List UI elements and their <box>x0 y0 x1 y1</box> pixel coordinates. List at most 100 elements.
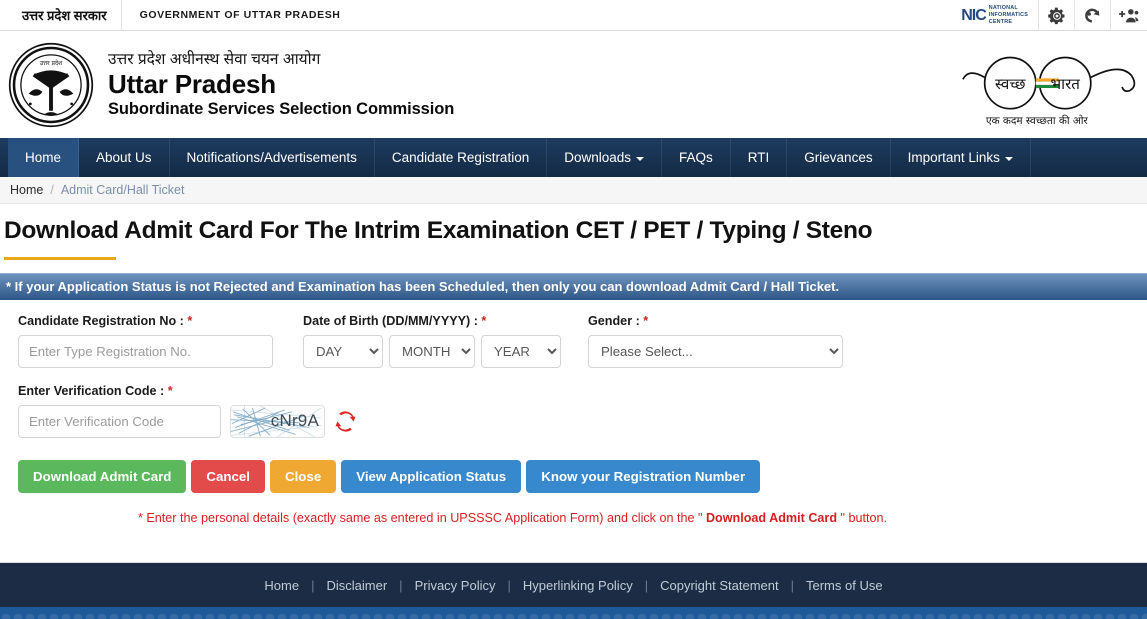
help-note-emphasis: Download Admit Card <box>705 510 838 525</box>
svg-text:भारत: भारत <box>1051 75 1081 93</box>
nav-item-candidate-registration-label: Candidate Registration <box>391 150 530 165</box>
footer-decorative-strip <box>0 607 1147 619</box>
masthead-hindi-title: उत्तर प्रदेश अधीनस्थ सेवा चयन आयोग <box>108 50 321 68</box>
nav-item-faqs-label: FAQs <box>679 150 713 165</box>
date-of-birth-selects: DAY MONTH YEAR <box>303 334 588 368</box>
nic-line-3: CENTRE <box>988 19 1013 26</box>
nav-item-grievances-label: Grievances <box>804 150 873 165</box>
dob-day-select[interactable]: DAY <box>303 334 383 368</box>
accessibility-rotate-icon-button[interactable] <box>1075 0 1111 31</box>
nav-item-about-us[interactable]: About Us <box>79 138 170 177</box>
captcha-text: cNr9A <box>270 411 319 431</box>
cancel-button[interactable]: Cancel <box>191 459 265 493</box>
nav-item-downloads[interactable]: Downloads <box>547 138 663 177</box>
nav-item-downloads-label: Downloads <box>564 150 632 165</box>
nav-item-about-us-label: About Us <box>96 150 152 165</box>
date-of-birth-label-text: Date of Birth (DD/MM/YYYY) : <box>303 313 478 328</box>
chevron-down-icon <box>1004 156 1013 161</box>
chevron-down-icon <box>636 156 645 161</box>
gear-icon-button[interactable] <box>1039 0 1075 31</box>
nav-item-important-links-label: Important Links <box>907 150 1000 165</box>
title-underline-rule <box>4 256 116 260</box>
field-gender: Gender : * Please Select... <box>588 314 873 368</box>
uttar-pradesh-emblem-icon: उत्तर प्रदेश <box>8 42 94 127</box>
dob-month-select[interactable]: MONTH <box>389 334 475 368</box>
nav-item-candidate-registration[interactable]: Candidate Registration <box>375 138 548 177</box>
required-asterisk: * <box>643 313 649 328</box>
add-user-icon <box>1119 8 1139 22</box>
date-of-birth-label: Date of Birth (DD/MM/YYYY) : * <box>303 314 588 328</box>
nav-item-important-links[interactable]: Important Links <box>891 138 1031 177</box>
help-note-prefix: * Enter the personal details (exactly sa… <box>137 510 706 525</box>
breadcrumb-home-link[interactable]: Home <box>10 183 43 197</box>
nic-logo[interactable]: NIC NATIONAL INFORMATICS CENTRE <box>951 0 1039 31</box>
accessibility-rotate-icon <box>1084 8 1099 22</box>
dob-year-select[interactable]: YEAR <box>481 334 561 368</box>
close-button[interactable]: Close <box>270 459 337 493</box>
masthead-titles: उत्तर प्रदेश अधीनस्थ सेवा चयन आयोग Uttar… <box>94 50 454 120</box>
nic-line-2: INFORMATICS <box>988 11 1028 18</box>
page-root: उत्तर प्रदेश सरकार GOVERNMENT OF UTTAR P… <box>0 0 1147 619</box>
gender-label: Gender : * <box>588 314 873 328</box>
verification-code-row: cNr9A <box>18 404 1147 438</box>
footer-link-privacy-policy[interactable]: Privacy Policy <box>403 578 508 593</box>
masthead: उत्तर प्रदेश उत्तर प्रदेश अधीनस्थ सेवा च… <box>0 31 1147 138</box>
notice-bar: * If your Application Status is not Reje… <box>0 272 1147 300</box>
nic-mark-text: NIC <box>961 6 987 24</box>
field-verification-code: Enter Verification Code : * Enter Verifi… <box>18 384 1147 438</box>
page-title: Download Admit Card For The Intrim Exami… <box>4 217 873 244</box>
required-asterisk: * <box>481 313 487 328</box>
nav-item-grievances[interactable]: Grievances <box>787 138 891 177</box>
registration-no-input[interactable] <box>18 334 273 368</box>
masthead-title-line1: Uttar Pradesh <box>108 69 276 100</box>
help-note-suffix: " button. <box>837 510 888 525</box>
notice-bar-text: * If your Application Status is not Reje… <box>6 279 840 295</box>
nic-line-1: NATIONAL <box>988 4 1018 11</box>
nav-item-rti[interactable]: RTI <box>731 138 788 177</box>
gov-strip-right-group: NIC NATIONAL INFORMATICS CENTRE <box>951 0 1147 31</box>
page-title-section: Download Admit Card For The Intrim Exami… <box>0 204 1147 260</box>
footer-link-hyperlinking-policy[interactable]: Hyperlinking Policy <box>511 578 645 593</box>
captcha-refresh-button[interactable] <box>334 410 357 433</box>
footer-link-terms-of-use[interactable]: Terms of Use <box>794 578 895 593</box>
footer-link-home[interactable]: Home <box>252 578 311 593</box>
nav-item-notifications-advertisements[interactable]: Notifications/Advertisements <box>170 138 375 177</box>
nav-item-faqs[interactable]: FAQs <box>662 138 731 177</box>
footer-links: Home | Disclaimer | Privacy Policy | Hyp… <box>0 563 1147 608</box>
required-asterisk: * <box>187 313 193 328</box>
download-admit-card-button[interactable]: Download Admit Card <box>18 459 187 493</box>
nav-item-rti-label: RTI <box>747 150 770 165</box>
svg-text:स्वच्छ: स्वच्छ <box>995 75 1026 93</box>
nav-item-home-label: Home <box>25 150 62 165</box>
gov-english-label: GOVERNMENT OF UTTAR PRADESH <box>139 9 341 21</box>
nic-wordmark: NATIONAL INFORMATICS CENTRE <box>989 5 1028 26</box>
help-note: * Enter the personal details (exactly sa… <box>18 511 1147 525</box>
gender-label-text: Gender : <box>588 313 640 328</box>
breadcrumb-separator: / <box>50 183 54 197</box>
registration-no-label-text: Candidate Registration No : <box>18 313 184 328</box>
gov-hindi-label: उत्तर प्रदेश सरकार <box>0 0 122 31</box>
nav-item-home[interactable]: Home <box>8 138 80 177</box>
form-action-buttons: Download Admit Card Cancel Close View Ap… <box>18 459 1147 493</box>
form-row-1: Candidate Registration No : * Date of Bi… <box>18 314 1147 368</box>
gender-select[interactable]: Please Select... <box>588 334 843 368</box>
nav-item-notifications-label: Notifications/Advertisements <box>186 150 357 165</box>
footer-link-copyright-statement[interactable]: Copyright Statement <box>648 578 791 593</box>
view-application-status-button[interactable]: View Application Status <box>341 459 522 493</box>
registration-no-label: Candidate Registration No : * <box>18 314 303 328</box>
footer-link-disclaimer[interactable]: Disclaimer <box>315 578 400 593</box>
verification-code-input[interactable] <box>18 404 221 438</box>
refresh-icon <box>335 411 356 432</box>
masthead-title-line2: Subordinate Services Selection Commissio… <box>108 99 455 118</box>
breadcrumb-current: Admit Card/Hall Ticket <box>60 183 185 197</box>
main-navigation: Home About Us Notifications/Advertisemen… <box>0 138 1147 177</box>
breadcrumb: Home / Admit Card/Hall Ticket <box>0 177 1147 204</box>
captcha-image: cNr9A <box>230 404 325 438</box>
svg-text:उत्तर प्रदेश: उत्तर प्रदेश <box>40 59 63 67</box>
svg-text:एक कदम स्वच्छता की ओर: एक कदम स्वच्छता की ओर <box>986 114 1089 127</box>
know-your-registration-number-button[interactable]: Know your Registration Number <box>526 459 761 493</box>
verification-code-label: Enter Verification Code : * <box>18 384 1147 398</box>
required-asterisk: * <box>167 383 173 398</box>
field-date-of-birth: Date of Birth (DD/MM/YYYY) : * DAY MONTH… <box>303 314 588 368</box>
add-user-icon-button[interactable] <box>1111 0 1147 31</box>
